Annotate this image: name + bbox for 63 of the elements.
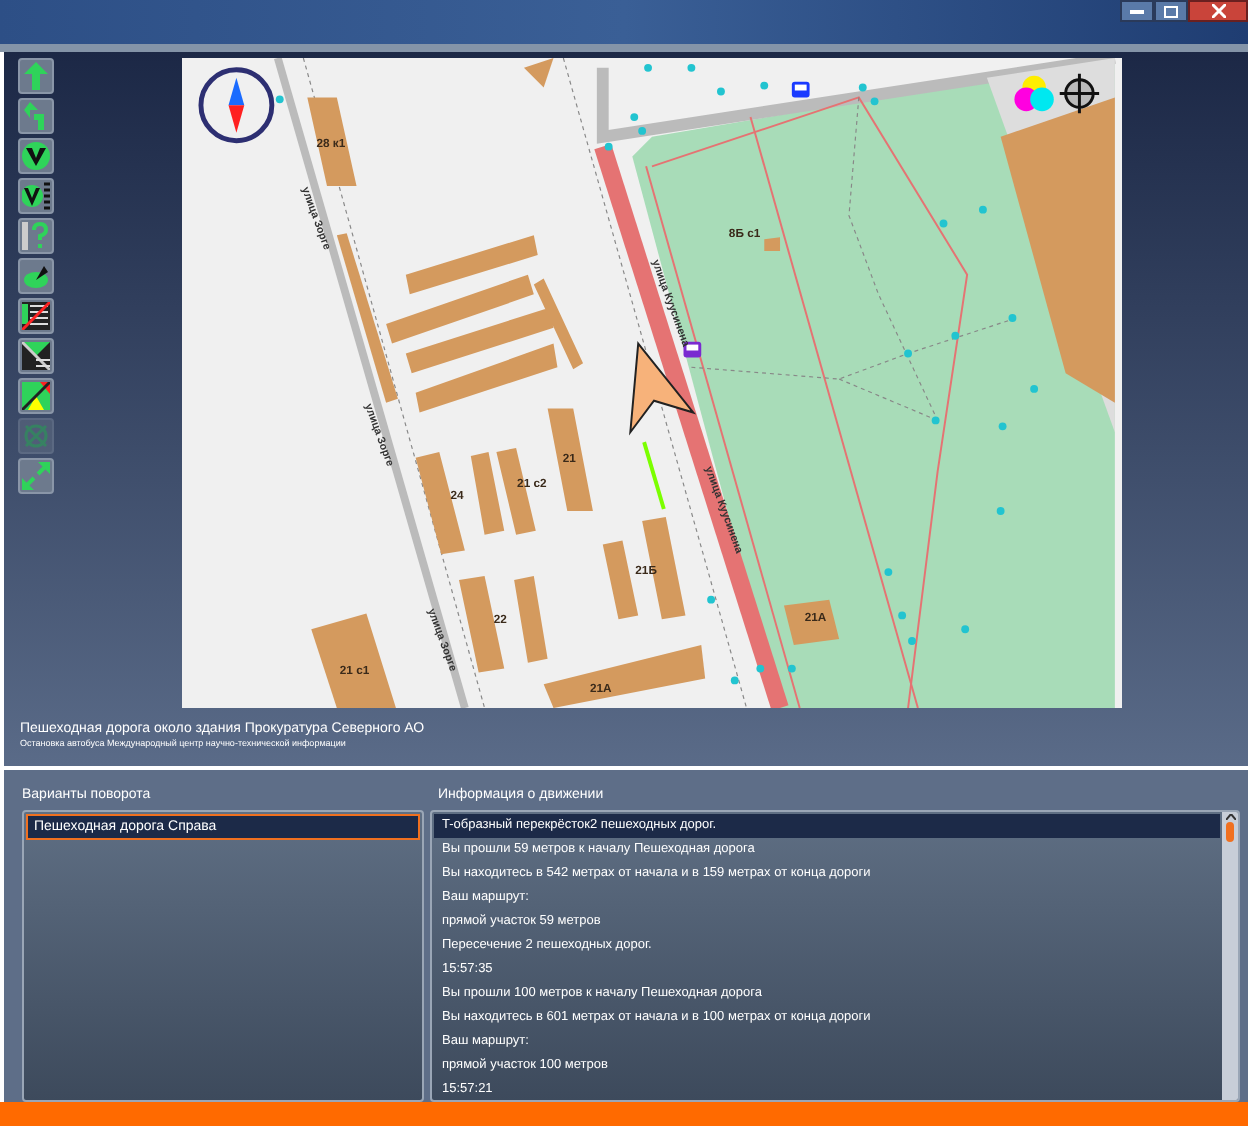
close-button[interactable] [1188,0,1248,22]
path-node [630,113,639,122]
path-node [787,664,796,673]
path-node [870,97,879,106]
toolbar-button[interactable] [18,378,54,414]
buildings-drawing [458,576,548,673]
path-node [939,219,948,228]
up-arrow-icon [24,62,48,90]
scrollbar[interactable] [1222,812,1238,1100]
bus-stop-icon [791,81,810,98]
toolbar-button[interactable] [18,338,54,374]
maximize-icon [1164,5,1178,17]
path-node [951,331,960,340]
path-node [931,416,940,425]
path-node [1030,384,1039,393]
path-node [717,87,725,96]
toolbar-button[interactable] [18,178,54,214]
minimize-button[interactable] [1120,0,1154,22]
color-circles-icon [1014,75,1054,112]
path-node [884,568,893,577]
path-node [961,625,970,634]
path-node [275,95,284,104]
crossed-list-icon [22,302,50,330]
path-node [604,142,613,151]
close-icon [1211,4,1225,18]
compass-icon [198,67,275,144]
path-node [998,422,1007,431]
path-node [638,126,647,135]
split-list-icon [22,342,50,370]
building [311,613,396,708]
buildings-drawing [602,516,686,620]
warning-triangle-icon [22,382,50,410]
path-node [1008,314,1017,322]
turn-back-arrow-icon [24,102,48,130]
building [523,58,554,88]
path-node [858,83,867,92]
crosshair-icon [1058,72,1101,115]
path-node [978,205,987,214]
toolbar-button[interactable] [18,138,54,174]
scroll-thumb[interactable] [1226,822,1234,842]
toolbar-button[interactable] [18,258,54,294]
path-node [904,349,912,358]
radar-icon [22,262,50,290]
crosshair-icon [22,422,50,450]
fork-list-icon [22,182,50,210]
path-node [898,611,907,620]
building [307,97,357,187]
path-node [996,507,1005,515]
path-node [908,637,916,645]
path-node [730,676,739,685]
minimize-icon [1130,9,1144,13]
heading-line [642,441,666,510]
path-node [760,81,769,90]
path-node [756,664,765,673]
path-node [687,63,696,72]
toolbar-button[interactable] [18,298,54,334]
maximize-button[interactable] [1154,0,1188,22]
path-node [707,595,716,604]
question-mark-icon [22,222,50,250]
expand-icon [22,462,50,490]
building [783,599,840,645]
path-node [644,63,652,72]
fork-arrow-icon [22,142,50,170]
